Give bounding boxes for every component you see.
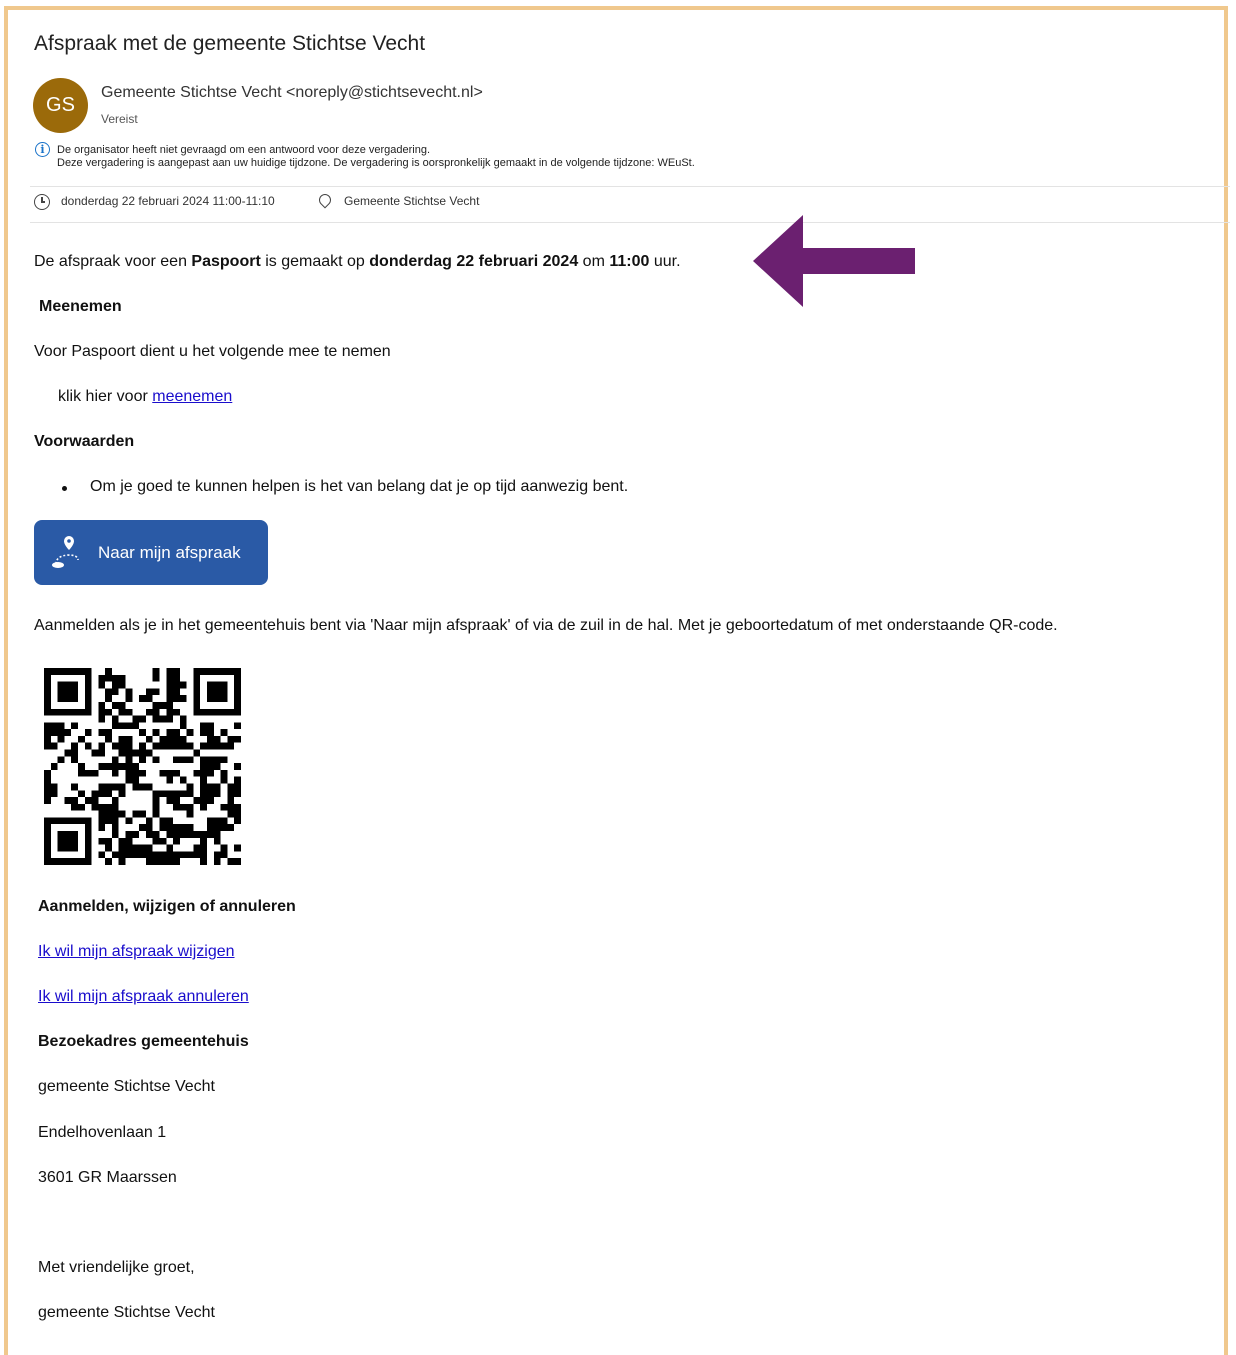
- my-appointment-button[interactable]: Naar mijn afspraak: [34, 520, 268, 585]
- meeting-location[interactable]: Gemeente Stichtse Vecht: [344, 194, 479, 208]
- my-appointment-label: Naar mijn afspraak: [98, 542, 241, 562]
- manage-heading: Aanmelden, wijzigen of annuleren: [38, 898, 296, 915]
- signature: gemeente Stichtse Vecht: [38, 1304, 215, 1321]
- route-pin-icon: [52, 536, 79, 568]
- meenemen-link[interactable]: meenemen: [152, 388, 232, 405]
- qr-code-image: [44, 668, 241, 865]
- info-icon: i: [35, 142, 50, 157]
- product-name: Paspoort: [191, 253, 261, 270]
- address-heading: Bezoekadres gemeentehuis: [38, 1033, 249, 1050]
- info-line-2: Deze vergadering is aangepast aan uw hui…: [57, 157, 695, 169]
- closing-greeting: Met vriendelijke groet,: [38, 1259, 195, 1276]
- divider: [30, 222, 1230, 223]
- intro-text: om: [578, 253, 610, 270]
- clock-icon: [34, 194, 50, 210]
- email-subject: Afspraak met de gemeente Stichtse Vecht: [34, 32, 426, 55]
- bring-heading: Meenemen: [39, 298, 122, 315]
- meeting-datetime: donderdag 22 februari 2024 11:00-11:10: [61, 194, 275, 208]
- info-message: De organisator heeft niet gevraagd om ee…: [57, 144, 695, 170]
- address-line: gemeente Stichtse Vecht: [38, 1078, 215, 1095]
- appointment-time: 11:00: [609, 253, 650, 270]
- condition-item: Om je goed te kunnen helpen is het van b…: [90, 478, 629, 495]
- attendance-status: Vereist: [101, 112, 138, 126]
- intro-text: De afspraak voor een: [34, 253, 192, 270]
- intro-text: is gemaakt op: [260, 253, 370, 270]
- annotation-arrow: [753, 215, 915, 307]
- bullet: [62, 486, 67, 491]
- conditions-heading: Voorwaarden: [34, 433, 135, 450]
- avatar[interactable]: GS: [33, 78, 88, 133]
- info-line-1: De organisator heeft niet gevraagd om ee…: [57, 144, 431, 156]
- address-line: 3601 GR Maarssen: [38, 1169, 177, 1186]
- cancel-appointment-link[interactable]: Ik wil mijn afspraak annuleren: [38, 988, 249, 1006]
- bring-text: Voor Paspoort dient u het volgende mee t…: [34, 343, 391, 360]
- sender-name[interactable]: Gemeente Stichtse Vecht <noreply@stichts…: [101, 84, 483, 102]
- click-text: klik hier voor: [58, 388, 153, 405]
- checkin-instructions: Aanmelden als je in het gemeentehuis ben…: [34, 617, 1058, 634]
- bring-link-line: klik hier voor meenemen: [58, 388, 232, 406]
- change-appointment-link[interactable]: Ik wil mijn afspraak wijzigen: [38, 943, 235, 961]
- divider: [30, 186, 1230, 187]
- appointment-date: donderdag 22 februari 2024: [369, 253, 579, 270]
- address-line: Endelhovenlaan 1: [38, 1124, 167, 1141]
- appointment-summary: De afspraak voor een Paspoort is gemaakt…: [34, 253, 681, 271]
- intro-text: uur.: [649, 253, 681, 270]
